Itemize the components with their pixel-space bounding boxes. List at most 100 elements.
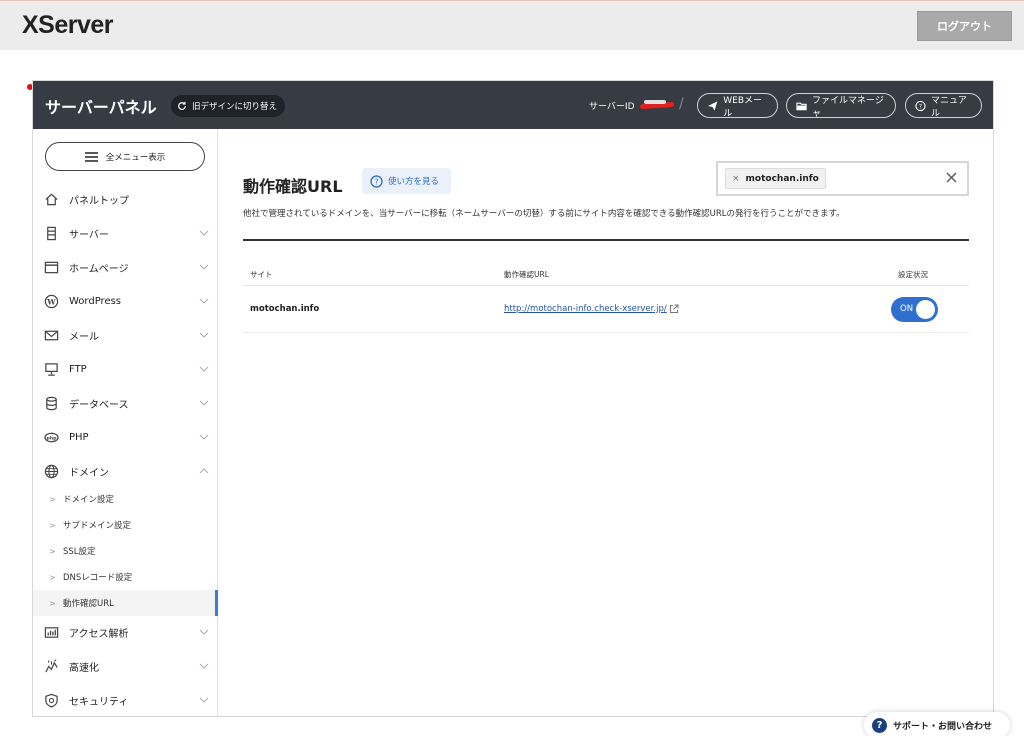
manual-button[interactable]: ? マニュアル <box>905 93 982 119</box>
panel-bar: サーバーパネル 旧デザインに切り替え サーバーID / WEBメール ファイルマ… <box>33 81 993 129</box>
clear-icon[interactable] <box>945 171 958 184</box>
chevron-down-icon <box>199 366 209 372</box>
server-id: サーバーID <box>589 99 676 112</box>
hamburger-icon <box>84 151 98 162</box>
redacted-mark <box>640 99 676 111</box>
status-toggle[interactable]: ON <box>891 297 938 322</box>
sidebar-item-server[interactable]: サーバー <box>33 216 218 250</box>
old-design-switch-button[interactable]: 旧デザインに切り替え <box>171 95 286 117</box>
svg-text:W: W <box>46 297 56 306</box>
manual-label: マニュアル <box>931 95 967 119</box>
sidebar-item-label: WordPress <box>69 295 122 307</box>
panel-title[interactable]: サーバーパネル <box>45 94 157 118</box>
chevron-down-icon <box>199 332 209 338</box>
server-icon <box>43 225 59 241</box>
chevron-right-icon: > <box>49 494 56 504</box>
question-icon: ? <box>872 717 887 733</box>
sidebar-item-domain[interactable]: ドメイン <box>33 454 218 488</box>
domain-filter-tag-label: motochan.info <box>745 173 819 184</box>
sidebar-item-label: アクセス解析 <box>69 628 129 640</box>
howto-button[interactable]: ? 使い方を見る <box>362 168 451 194</box>
sidebar-item-speedup[interactable]: 高速化 <box>33 649 218 683</box>
home-icon <box>43 191 59 207</box>
sidebar-item-security[interactable]: セキュリティ <box>33 683 218 717</box>
browser-icon <box>43 259 59 275</box>
sidebar-item-ftp[interactable]: FTP <box>33 352 218 386</box>
sidebar-item-wordpress[interactable]: W WordPress <box>33 284 218 318</box>
sidebar-subitem-ssl-settings[interactable]: > SSL設定 <box>33 538 218 564</box>
shield-icon <box>43 692 59 708</box>
tag-remove-icon[interactable]: × <box>732 174 740 184</box>
support-label: サポート・お問い合わせ <box>893 721 993 732</box>
all-menu-button[interactable]: 全メニュー表示 <box>45 142 205 171</box>
sidebar-item-label: ドメイン <box>69 467 109 479</box>
wordpress-icon: W <box>43 293 59 309</box>
table-header-status: 設定状況 <box>898 270 928 279</box>
webmail-label: WEBメール <box>723 95 763 119</box>
php-icon: php <box>43 429 59 445</box>
xserver-logo[interactable]: XServer <box>22 11 114 40</box>
chevron-down-icon <box>199 230 209 236</box>
file-manager-label: ファイルマネージャ <box>812 95 884 119</box>
sidebar: 全メニュー表示 パネルトップ サーバー ホームページ W WordPress メ… <box>33 129 218 716</box>
sidebar-subitem-label: DNSレコード設定 <box>63 573 133 583</box>
domain-filter-tag[interactable]: × motochan.info <box>725 168 826 189</box>
divider <box>243 239 969 241</box>
toggle-label: ON <box>900 304 914 314</box>
sidebar-subitem-dns-record-settings[interactable]: > DNSレコード設定 <box>33 564 218 590</box>
page-description: 他社で管理されているドメインを、当サーバーに移転（ネームサーバーの切替）する前に… <box>243 209 845 219</box>
external-link-icon[interactable] <box>669 304 679 314</box>
howto-label: 使い方を見る <box>388 177 440 187</box>
support-contact-button[interactable]: ? サポート・お問い合わせ <box>864 712 1010 736</box>
sidebar-item-panel-top[interactable]: パネルトップ <box>33 182 218 216</box>
monitor-icon <box>43 361 59 377</box>
chevron-down-icon <box>199 298 209 304</box>
webmail-button[interactable]: WEBメール <box>697 93 778 119</box>
sidebar-item-mail[interactable]: メール <box>33 318 218 352</box>
table-cell-site: motochan.info <box>250 304 320 314</box>
server-panel-frame: サーバーパネル 旧デザインに切り替え サーバーID / WEBメール ファイルマ… <box>32 80 994 717</box>
chevron-right-icon: > <box>49 546 56 556</box>
server-id-label: サーバーID <box>589 102 635 112</box>
sidebar-item-label: メール <box>69 331 99 343</box>
sidebar-subitem-domain-settings[interactable]: > ドメイン設定 <box>33 486 218 512</box>
speed-icon <box>43 658 59 674</box>
globe-icon <box>43 463 59 479</box>
sidebar-item-label: PHP <box>69 431 89 443</box>
table-divider <box>243 285 969 286</box>
sidebar-item-access-analytics[interactable]: アクセス解析 <box>33 615 218 649</box>
page-title: 動作確認URL <box>243 177 343 196</box>
svg-text:php: php <box>46 435 57 441</box>
sidebar-subitem-check-url[interactable]: > 動作確認URL <box>33 590 218 616</box>
domain-filter-box[interactable]: × motochan.info <box>716 161 969 196</box>
all-menu-label: 全メニュー表示 <box>105 152 166 163</box>
sidebar-subitem-label: ドメイン設定 <box>63 495 115 505</box>
sidebar-item-database[interactable]: データベース <box>33 386 218 420</box>
chevron-down-icon <box>199 400 209 406</box>
sidebar-item-label: セキュリティ <box>69 696 129 708</box>
sidebar-item-label: サーバー <box>69 229 109 241</box>
mail-icon <box>43 327 59 343</box>
logout-button[interactable]: ログアウト <box>917 11 1012 41</box>
sidebar-item-label: ホームページ <box>69 263 129 275</box>
sidebar-item-label: FTP <box>69 363 87 375</box>
sidebar-item-php[interactable]: php PHP <box>33 420 218 454</box>
file-manager-button[interactable]: ファイルマネージャ <box>786 93 896 119</box>
chevron-down-icon <box>199 663 209 669</box>
sidebar-item-label: パネルトップ <box>69 195 129 207</box>
sidebar-subitem-subdomain-settings[interactable]: > サブドメイン設定 <box>33 512 218 538</box>
chevron-right-icon: > <box>49 520 56 530</box>
table-header-site: サイト <box>250 270 273 279</box>
table-row-divider <box>243 332 969 333</box>
sidebar-item-label: データベース <box>69 399 129 411</box>
check-url-link[interactable]: http://motochan-info.check-xserver.jp/ <box>504 304 667 314</box>
sidebar-subitem-label: SSL設定 <box>63 547 96 557</box>
sidebar-subitem-label: 動作確認URL <box>63 599 114 609</box>
sidebar-item-label: 高速化 <box>69 662 99 674</box>
chevron-down-icon <box>199 629 209 635</box>
sidebar-item-homepage[interactable]: ホームページ <box>33 250 218 284</box>
old-design-label: 旧デザインに切り替え <box>192 102 278 112</box>
refresh-icon <box>178 101 186 110</box>
sidebar-subitem-label: サブドメイン設定 <box>63 521 132 531</box>
chevron-right-icon: > <box>49 572 56 582</box>
